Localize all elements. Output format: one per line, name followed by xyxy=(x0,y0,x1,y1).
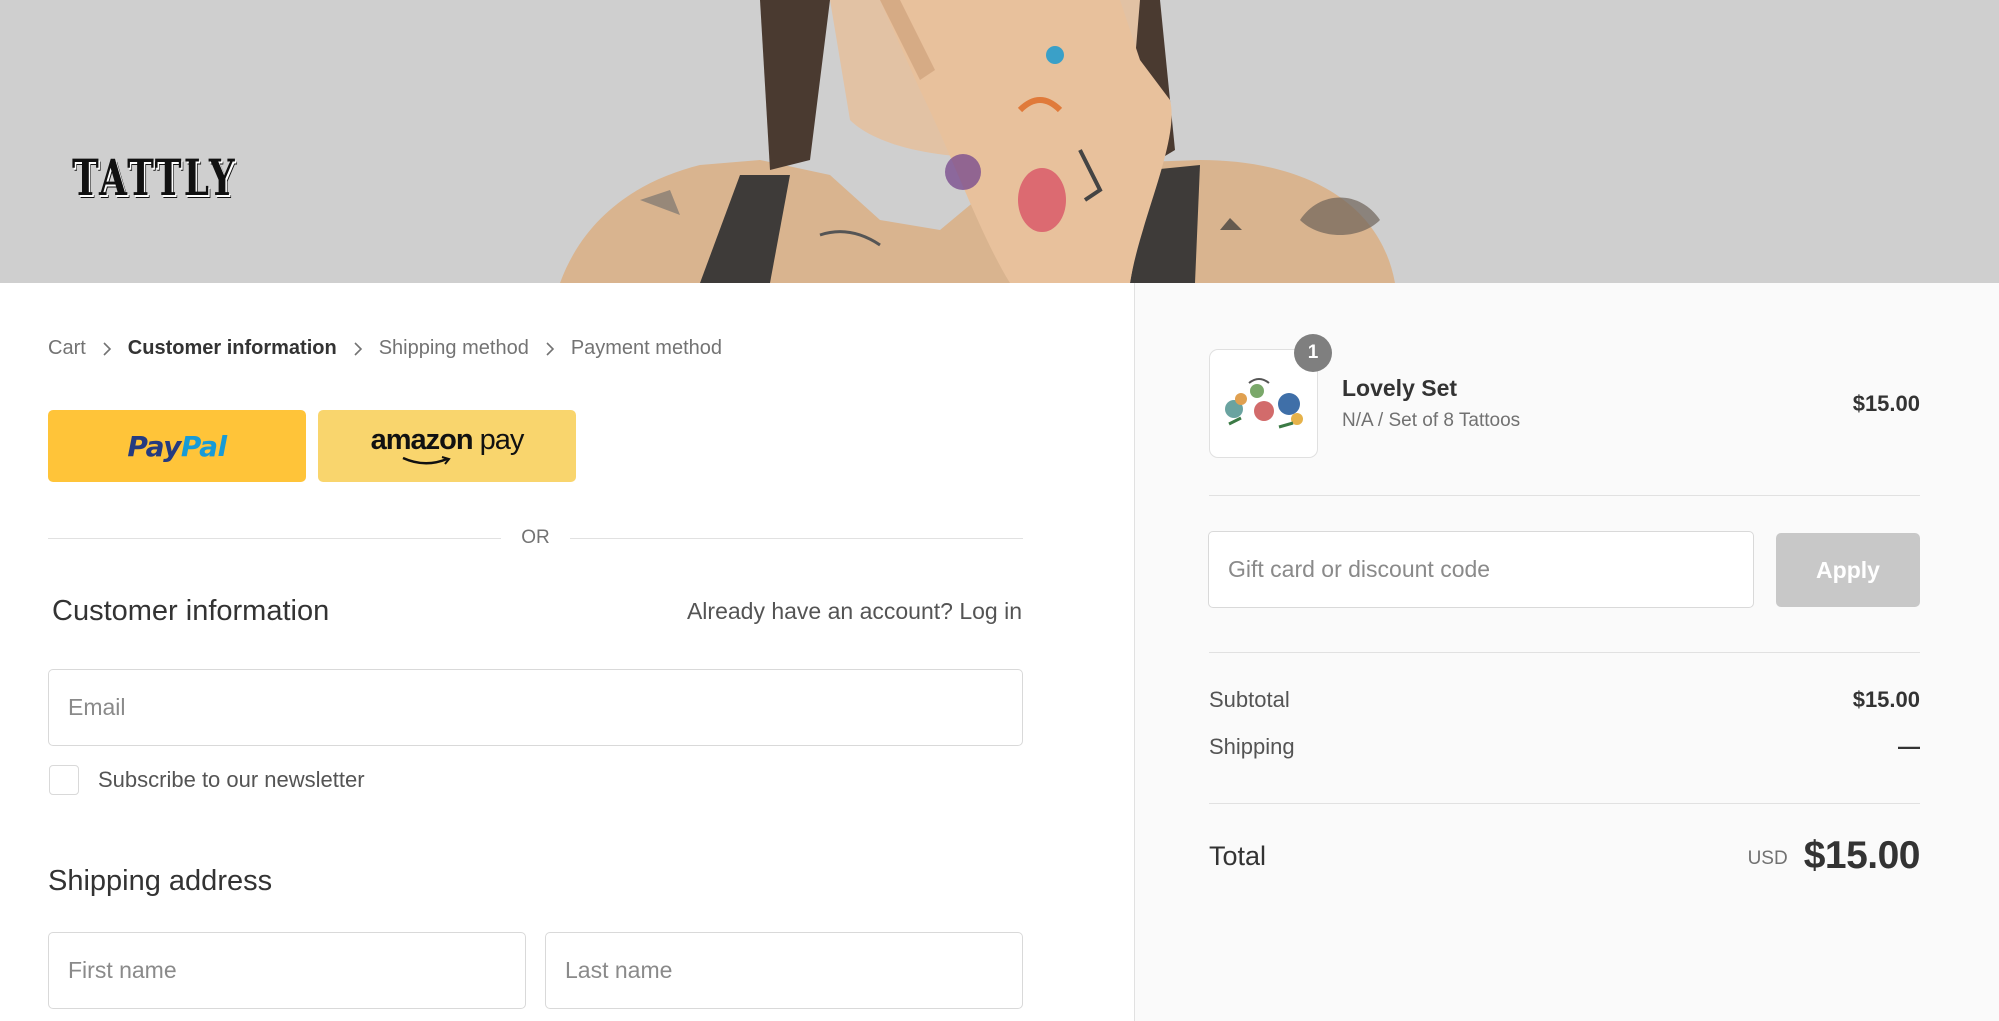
amazon-pay-button[interactable]: amazon pay xyxy=(318,410,576,482)
login-prompt: Already have an account? Log in xyxy=(687,598,1022,625)
line-item: 1 Lovely Set N/A / Set of 8 Tattoos $15.… xyxy=(1209,334,1920,458)
amazon-smile-icon xyxy=(402,456,451,465)
breadcrumb-customer-information: Customer information xyxy=(127,337,337,359)
subtotal-value: $15.00 xyxy=(1852,687,1920,712)
customer-info-title: Customer information xyxy=(52,595,330,627)
discount-code-input[interactable] xyxy=(1208,531,1754,608)
shipping-address-title: Shipping address xyxy=(48,865,273,897)
total-label: Total xyxy=(1209,840,1267,871)
quantity-badge: 1 xyxy=(1294,334,1332,372)
product-info: Lovely Set N/A / Set of 8 Tattoos xyxy=(1342,375,1853,432)
breadcrumb-shipping-method: Shipping method xyxy=(378,337,529,359)
paypal-button[interactable]: PayPal xyxy=(48,410,306,482)
shipping-label: Shipping xyxy=(1209,734,1295,759)
shipping-row: Shipping — xyxy=(1209,734,1920,760)
shipping-value: — xyxy=(1898,734,1920,759)
checkout-main: Cart Customer information Shipping metho… xyxy=(0,283,1134,1021)
first-name-field[interactable] xyxy=(48,932,526,1009)
total-row: Total USD $15.00 xyxy=(1209,834,1921,878)
last-name-field[interactable] xyxy=(545,932,1023,1009)
summary-divider xyxy=(1209,803,1920,804)
product-price: $15.00 xyxy=(1852,390,1920,416)
floral-tattoo-image xyxy=(1224,377,1303,428)
paypal-logo: PayPal xyxy=(127,429,227,463)
total-amount-wrap: USD $15.00 xyxy=(1747,834,1921,878)
or-divider: OR xyxy=(48,527,1023,549)
order-summary: 1 Lovely Set N/A / Set of 8 Tattoos $15.… xyxy=(1134,283,1999,1021)
hero-photo xyxy=(560,0,1395,283)
apply-discount-button[interactable]: Apply xyxy=(1776,533,1920,607)
newsletter-option[interactable]: Subscribe to our newsletter xyxy=(49,765,365,795)
chevron-right-icon xyxy=(353,341,363,357)
customer-info-header: Customer information Already have an acc… xyxy=(52,595,1022,628)
product-variant: N/A / Set of 8 Tattoos xyxy=(1342,410,1521,431)
breadcrumb: Cart Customer information Shipping metho… xyxy=(48,337,722,360)
summary-divider xyxy=(1209,495,1920,496)
tattly-logo[interactable]: TATTLY xyxy=(72,148,237,207)
login-prompt-text: Already have an account? xyxy=(686,598,953,624)
or-label: OR xyxy=(521,527,550,548)
currency-code: USD xyxy=(1747,848,1788,869)
login-link[interactable]: Log in xyxy=(959,598,1022,624)
summary-divider xyxy=(1209,652,1920,653)
newsletter-label: Subscribe to our newsletter xyxy=(98,767,365,792)
breadcrumb-cart[interactable]: Cart xyxy=(48,337,86,360)
hero-banner: TATTLY xyxy=(0,0,1999,283)
amazon-pay-logo: amazon pay xyxy=(370,424,525,456)
email-field[interactable] xyxy=(48,669,1023,746)
subtotal-label: Subtotal xyxy=(1209,687,1290,712)
subtotal-row: Subtotal $15.00 xyxy=(1209,687,1920,713)
product-thumbnail-wrap: 1 xyxy=(1209,334,1332,458)
newsletter-checkbox[interactable] xyxy=(49,765,79,795)
divider-line xyxy=(569,537,1023,539)
chevron-right-icon xyxy=(545,341,555,357)
product-name: Lovely Set xyxy=(1342,375,1458,401)
total-amount: $15.00 xyxy=(1803,834,1921,877)
divider-line xyxy=(48,537,502,539)
breadcrumb-payment-method: Payment method xyxy=(570,337,723,359)
chevron-right-icon xyxy=(102,341,112,357)
express-checkout: PayPal amazon pay xyxy=(48,410,576,482)
